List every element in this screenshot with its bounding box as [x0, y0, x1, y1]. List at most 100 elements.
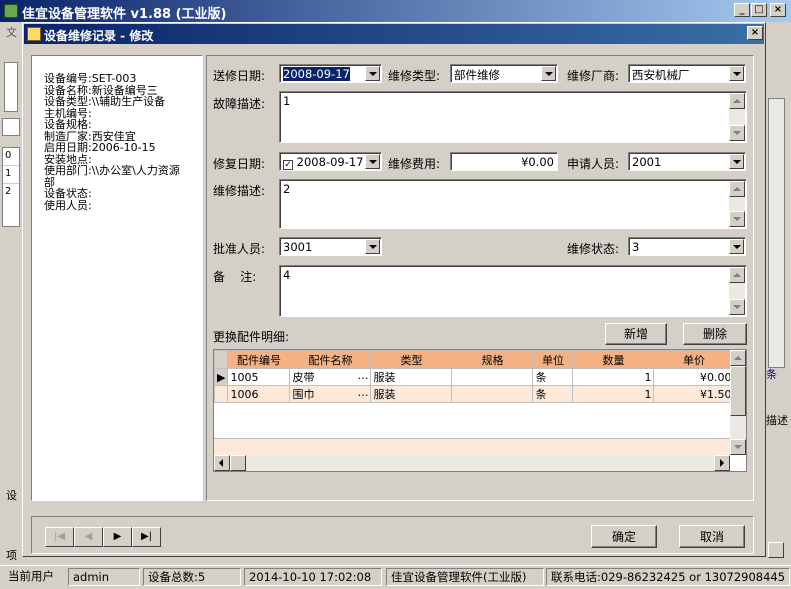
chevron-down-icon[interactable]	[365, 239, 380, 254]
part-type-cell[interactable]: 服装	[370, 385, 453, 403]
equipment-info-line: 设备类型:\\辅助生产设备	[44, 95, 166, 108]
chevron-down-icon[interactable]	[729, 154, 744, 169]
column-header[interactable]: 类型	[370, 350, 453, 369]
app-title: 佳宜设备管理软件 v1.88 (工业版)	[22, 7, 227, 22]
maximize-button[interactable]: □	[751, 3, 767, 17]
background-right-strip: 条 描述	[766, 22, 791, 565]
part-price-cell[interactable]: ¥0.00	[653, 368, 735, 386]
nav-last-button[interactable]: ▶|	[132, 527, 161, 547]
scroll-up-icon[interactable]	[729, 181, 745, 197]
chevron-down-icon[interactable]	[365, 154, 380, 169]
fault-scrollbar[interactable]	[729, 93, 745, 141]
delete-part-button[interactable]: 删除	[683, 323, 747, 345]
fix-date-value: 2008-09-17	[296, 155, 364, 169]
status-select[interactable]: 3	[628, 237, 746, 256]
scroll-up-icon[interactable]	[729, 93, 745, 109]
repair-type-label: 维修类型:	[388, 69, 441, 83]
repair-desc-scrollbar[interactable]	[729, 181, 745, 227]
fix-date-checkbox[interactable]: ✓	[283, 160, 293, 170]
grid-vscrollbar[interactable]	[730, 350, 746, 455]
part-name-cell[interactable]: 围巾…	[289, 385, 372, 403]
applicant-label: 申请人员:	[567, 157, 620, 171]
part-qty-cell[interactable]: 1	[572, 385, 655, 403]
part-name-cell[interactable]: 皮带…	[289, 368, 372, 386]
column-header[interactable]: 单价	[653, 350, 735, 369]
scroll-left-icon[interactable]	[214, 455, 230, 471]
bg-scroll-right-button[interactable]	[768, 542, 784, 558]
ellipsis-icon[interactable]: …	[357, 387, 368, 400]
repair-desc-textarea[interactable]: 2	[279, 179, 747, 229]
cost-label: 维修费用:	[388, 157, 441, 171]
remark-scrollbar[interactable]	[729, 267, 745, 315]
part-code-cell[interactable]: 1005	[227, 368, 291, 386]
bg-text: 条	[766, 368, 777, 381]
chevron-down-icon[interactable]	[365, 66, 380, 81]
column-header[interactable]: 单位	[532, 350, 574, 369]
part-unit-cell[interactable]: 条	[532, 385, 574, 403]
scroll-thumb[interactable]	[730, 366, 746, 416]
nav-next-button[interactable]: ▶	[103, 527, 132, 547]
cost-value: ¥0.00	[521, 155, 554, 169]
parts-header-row: 配件编号 配件名称 类型 规格 单位 数量 单价	[214, 350, 735, 369]
bg-text: 描述	[766, 414, 788, 427]
repair-desc-value: 2	[283, 182, 291, 196]
dialog-close-button[interactable]: ×	[747, 26, 763, 40]
column-header[interactable]: 数量	[572, 350, 655, 369]
status-value: 3	[632, 240, 640, 254]
fault-label: 故障描述:	[213, 97, 266, 111]
scroll-up-icon[interactable]	[729, 267, 745, 283]
minimize-button[interactable]: _	[734, 3, 750, 17]
bg-char: 设	[6, 489, 17, 502]
part-qty-cell[interactable]: 1	[572, 368, 655, 386]
bg-scrollbar[interactable]	[768, 98, 785, 368]
status-contact: 联系电话:029-86232425 or 13072908445	[546, 568, 790, 586]
scroll-down-icon[interactable]	[730, 439, 746, 455]
repair-type-select[interactable]: 部件维修	[450, 64, 558, 83]
part-price-cell[interactable]: ¥1.50	[653, 385, 735, 403]
background-left-strip: 文 0 1 2 设 项	[0, 22, 22, 565]
cost-input[interactable]: ¥0.00	[450, 152, 558, 171]
ellipsis-icon[interactable]: …	[357, 370, 368, 383]
nav-prev-button[interactable]: ◀	[74, 527, 103, 547]
remark-textarea[interactable]: 4	[279, 265, 747, 317]
scroll-down-icon[interactable]	[729, 299, 745, 315]
chevron-down-icon[interactable]	[729, 66, 744, 81]
send-date-picker[interactable]: 2008-09-17	[279, 64, 382, 83]
part-spec-cell[interactable]	[451, 385, 534, 403]
repair-desc-label: 维修描述:	[213, 184, 266, 198]
bg-panel	[4, 62, 18, 112]
part-code-cell[interactable]: 1006	[227, 385, 291, 403]
scroll-down-icon[interactable]	[729, 125, 745, 141]
column-header[interactable]: 配件名称	[289, 350, 372, 369]
table-row[interactable]: 1006 围巾 … 服装 条 1 ¥1.50	[214, 385, 735, 403]
add-part-button[interactable]: 新增	[605, 323, 667, 345]
bg-row: 2	[5, 186, 12, 197]
part-unit-cell[interactable]: 条	[532, 368, 574, 386]
approver-select[interactable]: 3001	[279, 237, 382, 256]
table-row[interactable]: ▶ 1005 皮带 … 服装 条 1 ¥0.00	[214, 368, 735, 386]
app-close-button[interactable]: ×	[770, 3, 786, 17]
column-header[interactable]: 配件编号	[227, 350, 291, 369]
approver-value: 3001	[283, 240, 313, 254]
scroll-right-icon[interactable]	[714, 455, 730, 471]
part-type-cell[interactable]: 服装	[370, 368, 453, 386]
vendor-select[interactable]: 西安机械厂	[628, 64, 746, 83]
scroll-up-icon[interactable]	[730, 350, 746, 366]
vendor-label: 维修厂商:	[567, 69, 620, 83]
fix-date-picker[interactable]: ✓ 2008-09-17	[279, 152, 382, 171]
column-header[interactable]: 规格	[451, 350, 534, 369]
cancel-button[interactable]: 取消	[679, 525, 745, 548]
part-spec-cell[interactable]	[451, 368, 534, 386]
hscroll-thumb[interactable]	[230, 455, 246, 471]
fault-textarea[interactable]: 1	[279, 91, 747, 143]
bg-char: 项	[6, 549, 17, 562]
ok-button[interactable]: 确定	[591, 525, 657, 548]
menu-fragment: 文	[6, 26, 17, 39]
scroll-down-icon[interactable]	[729, 211, 745, 227]
chevron-down-icon[interactable]	[729, 239, 744, 254]
chevron-down-icon[interactable]	[541, 66, 556, 81]
grid-hscrollbar[interactable]	[214, 455, 730, 471]
applicant-select[interactable]: 2001	[628, 152, 746, 171]
app-title-bar: 佳宜设备管理软件 v1.88 (工业版) _ □ ×	[0, 0, 791, 22]
nav-first-button[interactable]: |◀	[45, 527, 74, 547]
